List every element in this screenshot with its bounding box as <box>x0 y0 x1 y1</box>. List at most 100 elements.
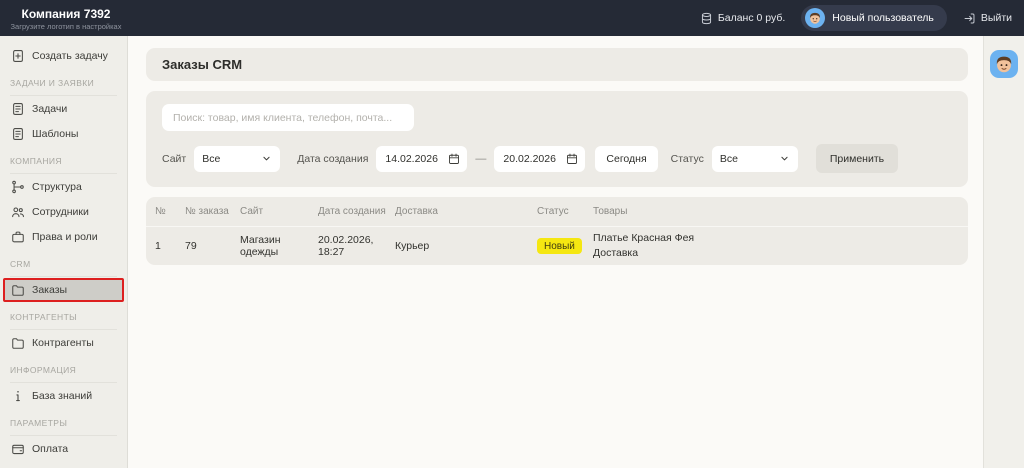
chevron-down-icon <box>261 153 272 164</box>
app-root: Компания 7392 Загрузите логотип в настро… <box>0 0 1024 468</box>
date-to-field <box>494 146 585 172</box>
sidebar-item-templates[interactable]: Шаблоны <box>3 122 124 146</box>
company-block: Компания 7392 Загрузите логотип в настро… <box>0 5 132 31</box>
site-select-value: Все <box>202 153 220 165</box>
section-divider <box>10 276 117 277</box>
logout-label: Выйти <box>981 12 1012 24</box>
page-title: Заказы CRM <box>162 57 242 72</box>
section-label: CRM <box>10 259 117 269</box>
logout-icon <box>963 12 976 25</box>
sidebar-section-information: ИНФОРМАЦИЯ <box>0 356 127 383</box>
sidebar-section-crm: CRM <box>0 250 127 277</box>
balance-button[interactable]: Баланс 0 руб. <box>700 12 785 25</box>
section-label: КОМПАНИЯ <box>10 156 117 166</box>
user-menu[interactable]: Новый пользователь <box>801 5 947 31</box>
user-avatar <box>805 8 825 28</box>
document-icon <box>11 127 25 141</box>
company-name: Компания 7392 <box>0 7 132 21</box>
folder-icon <box>11 336 25 350</box>
cell-site: Магазин одежды <box>240 234 318 258</box>
filter-panel: Сайт Все Дата создания — Се <box>146 91 968 187</box>
product-line: Платье Красная Фея <box>593 231 953 246</box>
section-label: ИНФОРМАЦИЯ <box>10 365 117 375</box>
col-header-status: Статус <box>537 206 593 217</box>
date-filter-label: Дата создания <box>297 153 368 165</box>
section-divider <box>10 173 117 174</box>
calendar-icon[interactable] <box>448 153 460 165</box>
info-icon <box>11 389 25 403</box>
sidebar-item-orders[interactable]: Заказы <box>3 278 124 302</box>
logout-button[interactable]: Выйти <box>963 12 1012 25</box>
sidebar-item-knowledge-base[interactable]: База знаний <box>3 384 124 408</box>
today-button[interactable]: Сегодня <box>595 146 657 172</box>
people-icon <box>11 205 25 219</box>
sidebar-item-settings[interactable]: Настройки <box>3 462 124 468</box>
table-row[interactable]: 1 79 Магазин одежды 20.02.2026, 18:27 Ку… <box>155 227 959 265</box>
assistant-face-icon <box>991 51 1017 77</box>
wallet-icon <box>11 442 25 456</box>
sidebar-item-create-task[interactable]: Создать задачу <box>3 44 124 68</box>
date-from-input[interactable] <box>385 153 443 165</box>
status-select-value: Все <box>720 153 738 165</box>
sidebar-item-label: Сотрудники <box>32 206 89 218</box>
sidebar-item-employees[interactable]: Сотрудники <box>3 200 124 224</box>
cell-created: 20.02.2026, 18:27 <box>318 234 395 258</box>
sidebar-item-payment[interactable]: Оплата <box>3 437 124 461</box>
col-header-order-number: № заказа <box>185 206 240 217</box>
balance-label: Баланс 0 руб. <box>718 12 785 24</box>
sidebar-section-counterparties: КОНТРАГЕНТЫ <box>0 303 127 330</box>
sidebar-item-label: Создать задачу <box>32 50 108 62</box>
document-icon <box>11 102 25 116</box>
right-strip <box>983 36 1024 468</box>
sidebar-item-structure[interactable]: Структура <box>3 175 124 199</box>
cell-order-number: 79 <box>185 240 240 252</box>
sidebar-item-counterparties[interactable]: Контрагенты <box>3 331 124 355</box>
section-divider <box>10 382 117 383</box>
sidebar-item-label: Структура <box>32 181 82 193</box>
section-label: КОНТРАГЕНТЫ <box>10 312 117 322</box>
topbar-actions: Баланс 0 руб. Новый пользователь Выйти <box>700 5 1012 31</box>
topbar: Компания 7392 Загрузите логотип в настро… <box>0 0 1024 36</box>
status-select[interactable]: Все <box>712 146 798 172</box>
sidebar-item-label: Шаблоны <box>32 128 78 140</box>
search-input[interactable] <box>162 104 414 131</box>
calendar-icon[interactable] <box>566 153 578 165</box>
section-divider <box>10 95 117 96</box>
chevron-down-icon <box>779 153 790 164</box>
briefcase-icon <box>11 230 25 244</box>
sidebar-item-rights-roles[interactable]: Права и роли <box>3 225 124 249</box>
cell-products: Платье Красная Фея Доставка <box>593 231 959 261</box>
assistant-avatar-button[interactable] <box>990 50 1018 78</box>
sidebar-item-label: Контрагенты <box>32 337 94 349</box>
sidebar-section-company: КОМПАНИЯ <box>0 147 127 174</box>
col-header-created: Дата создания <box>318 206 395 217</box>
sidebar-section-parameters: ПАРАМЕТРЫ <box>0 409 127 436</box>
user-name: Новый пользователь <box>832 12 934 24</box>
site-filter-label: Сайт <box>162 153 186 165</box>
sidebar-item-label: Задачи <box>32 103 67 115</box>
section-divider <box>10 329 117 330</box>
col-header-products: Товары <box>593 206 959 217</box>
date-to-input[interactable] <box>503 153 561 165</box>
orders-table: № № заказа Сайт Дата создания Доставка С… <box>146 197 968 265</box>
product-line: Доставка <box>593 246 953 261</box>
folder-icon <box>11 283 25 297</box>
main-content: Заказы CRM Сайт Все Дата создания — <box>128 36 983 468</box>
sidebar-item-label: Оплата <box>32 443 68 455</box>
col-header-num: № <box>155 206 185 217</box>
sidebar-item-label: Заказы <box>32 284 67 296</box>
hierarchy-icon <box>11 180 25 194</box>
company-subtitle: Загрузите логотип в настройках <box>0 22 132 31</box>
sidebar-item-label: База знаний <box>32 390 92 402</box>
sidebar-item-label: Права и роли <box>32 231 98 243</box>
site-select[interactable]: Все <box>194 146 280 172</box>
file-plus-icon <box>11 49 25 63</box>
filter-row: Сайт Все Дата создания — Се <box>162 144 952 173</box>
cell-delivery: Курьер <box>395 240 537 252</box>
status-badge: Новый <box>537 238 582 254</box>
date-range-separator: — <box>475 153 486 165</box>
sidebar: Создать задачу ЗАДАЧИ И ЗАЯВКИ Задачи Ша… <box>0 36 128 468</box>
sidebar-item-tasks[interactable]: Задачи <box>3 97 124 121</box>
apply-button[interactable]: Применить <box>816 144 898 173</box>
cell-num: 1 <box>155 240 185 252</box>
